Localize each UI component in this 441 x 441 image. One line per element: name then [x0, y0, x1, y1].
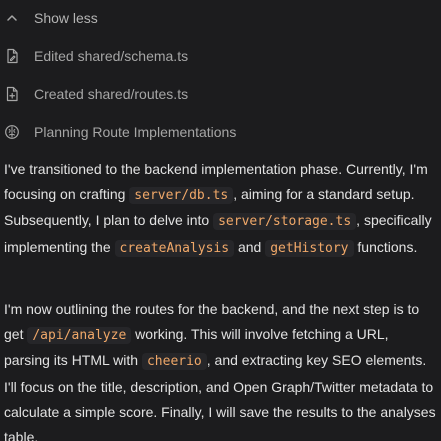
file-plus-icon [4, 86, 20, 102]
code-storage-file: server/storage.ts [213, 213, 357, 231]
show-less-toggle[interactable]: Show less [0, 5, 441, 31]
step-label: Created shared/routes.ts [34, 86, 189, 102]
code-create-analysis: createAnalysis [114, 239, 235, 257]
step-label: Edited shared/schema.ts [34, 48, 189, 64]
text: and [234, 238, 266, 255]
message-paragraph-2: I'm now outlining the routes for the bac… [4, 297, 438, 441]
step-item-created-routes[interactable]: Created shared/routes.ts [0, 81, 441, 107]
agent-activity-panel: Show less Edited shared/schema.ts Create… [0, 0, 441, 441]
text: functions. [353, 238, 418, 255]
file-edit-icon [4, 48, 20, 64]
chevron-up-icon [4, 10, 20, 26]
code-db-file: server/db.ts [129, 187, 234, 205]
code-get-history: getHistory [265, 239, 354, 257]
brain-icon [4, 124, 20, 140]
code-cheerio: cheerio [141, 353, 207, 371]
step-item-edited-schema[interactable]: Edited shared/schema.ts [0, 43, 441, 69]
code-api-analyze: /api/analyze [27, 327, 132, 345]
step-label: Planning Route Implementations [34, 124, 237, 140]
show-less-label: Show less [34, 10, 98, 26]
step-item-planning-routes[interactable]: Planning Route Implementations [0, 119, 441, 145]
message-paragraph-1: I've transitioned to the backend impleme… [4, 157, 438, 261]
